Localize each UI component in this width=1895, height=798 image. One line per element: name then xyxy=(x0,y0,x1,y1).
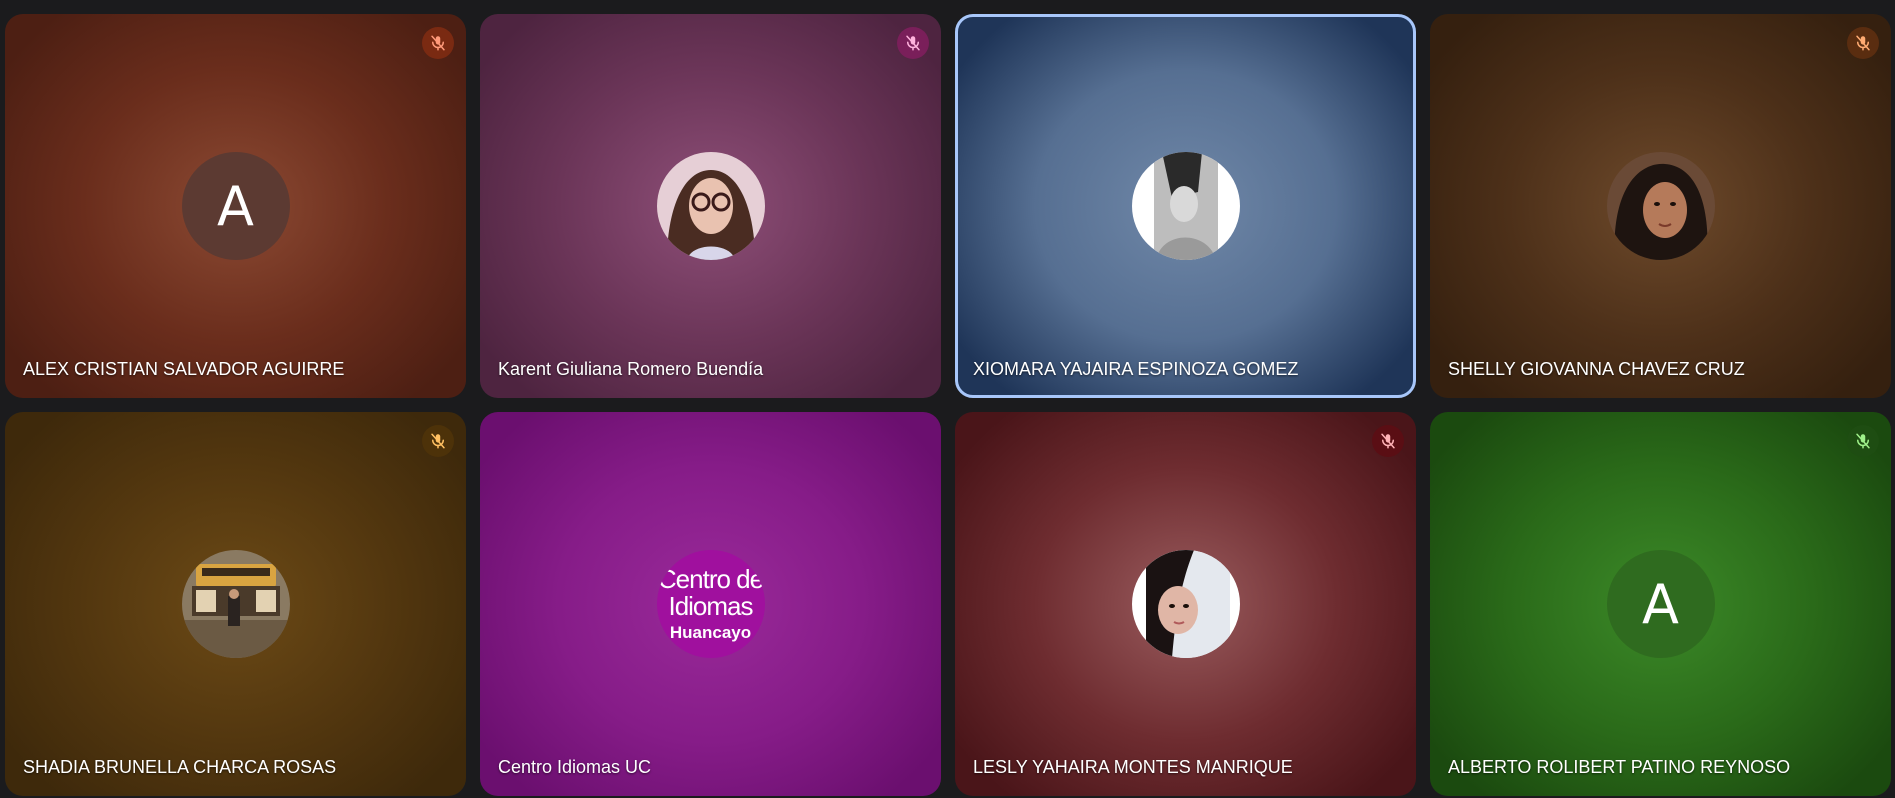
avatar-photo xyxy=(1606,152,1715,260)
avatar-letter: A xyxy=(1642,572,1679,636)
avatar-photo xyxy=(1131,152,1240,260)
mic-off-icon xyxy=(422,425,454,457)
mic-off-icon xyxy=(897,27,929,59)
mic-off-icon xyxy=(1847,27,1879,59)
participant-grid: A ALEX CRISTIAN SALVADOR AGUIRRE Karent Gi… xyxy=(5,14,1891,796)
mic-off-icon xyxy=(422,27,454,59)
participant-tile[interactable]: Centro de Idiomas Huancayo Centro Idiomas U… xyxy=(480,412,941,796)
participant-name: SHELLY GIOVANNA CHAVEZ CRUZ xyxy=(1448,359,1745,379)
logo-line: Huancayo xyxy=(669,623,752,643)
organization-logo: Centro de Idiomas Huancayo xyxy=(656,550,765,658)
participant-name: ALEX CRISTIAN SALVADOR AGUIRRE xyxy=(23,359,345,379)
avatar-initial: A xyxy=(1606,550,1715,658)
avatar-photo xyxy=(181,550,290,658)
participant-tile[interactable]: SHELLY GIOVANNA CHAVEZ CRUZ xyxy=(1430,14,1891,398)
participant-tile[interactable]: LESLY YAHAIRA MONTES MANRIQUE xyxy=(955,412,1416,796)
avatar-initial: A xyxy=(181,152,290,260)
participant-tile[interactable]: XIOMARA YAJAIRA ESPINOZA GOMEZ xyxy=(955,14,1416,398)
logo-line: Idiomas xyxy=(668,591,753,622)
participant-name: XIOMARA YAJAIRA ESPINOZA GOMEZ xyxy=(973,359,1299,379)
participant-name: ALBERTO ROLIBERT PATINO REYNOSO xyxy=(1448,757,1791,777)
avatar-photo xyxy=(656,152,765,260)
avatar-photo xyxy=(1131,550,1240,658)
participant-tile[interactable]: A ALBERTO ROLIBERT PATINO REYNOSO xyxy=(1430,412,1891,796)
participant-tile[interactable]: A ALEX CRISTIAN SALVADOR AGUIRRE xyxy=(5,14,466,398)
participant-name: Karent Giuliana Romero Buendía xyxy=(498,359,764,379)
participant-name: Centro Idiomas UC xyxy=(498,757,652,777)
logo-line: Centro de xyxy=(657,563,764,594)
logo-text: Centro de Idiomas Huancayo xyxy=(657,563,764,643)
participant-name: LESLY YAHAIRA MONTES MANRIQUE xyxy=(973,757,1293,777)
avatar-letter: A xyxy=(217,174,254,238)
mic-off-icon xyxy=(1847,425,1879,457)
participant-name: SHADIA BRUNELLA CHARCA ROSAS xyxy=(23,757,337,777)
mic-off-icon xyxy=(1372,425,1404,457)
participant-tile[interactable]: SHADIA BRUNELLA CHARCA ROSAS xyxy=(5,412,466,796)
participant-tile[interactable]: Karent Giuliana Romero Buendía xyxy=(480,14,941,398)
